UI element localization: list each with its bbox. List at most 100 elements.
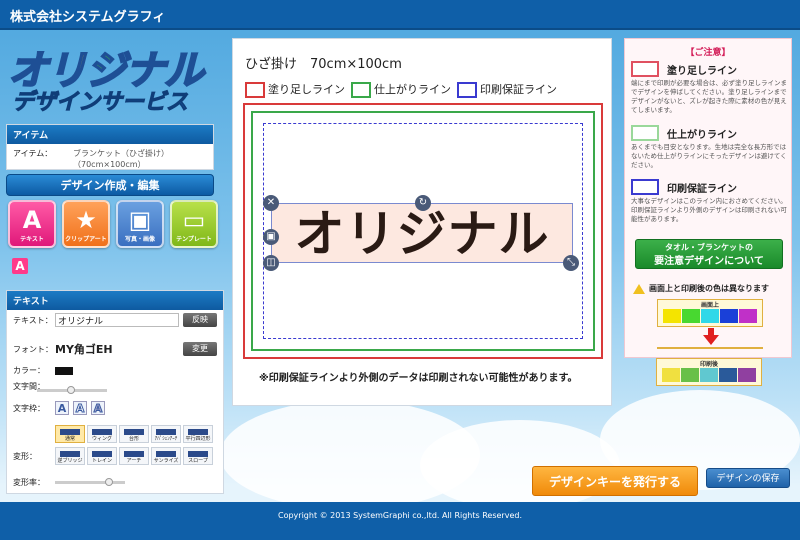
screen-color-sample: 画面上 (657, 299, 763, 327)
warp-option-arch[interactable]: アーチ (119, 447, 149, 465)
warp-option-sunrise[interactable]: サンライズ (151, 447, 181, 465)
legend-bleed: 塗り足しライン (245, 81, 345, 98)
photo-tool-label: 写真・画像 (124, 236, 155, 243)
copyright-text: Copyright © 2013 SystemGraphi co.,ltd. A… (278, 511, 522, 520)
text-input-label: テキスト： (13, 315, 53, 325)
issue-design-key-button[interactable]: デザインキーを発行する (532, 466, 698, 496)
warp-option-upper-arch[interactable]: ｱﾊﾟｼｪﾝｱｰﾁ (151, 425, 181, 443)
screen-color-swatch (663, 309, 681, 323)
item-value-name: ブランケット（ひざ掛け） (73, 149, 169, 158)
notice-title: 【ご注意】 (685, 48, 731, 58)
print-color-swatch (738, 368, 756, 382)
caution-button-line1: タオル・ブランケットの (665, 243, 753, 252)
canvas-text-object[interactable]: オリジナル (271, 203, 573, 263)
resize-handle-icon[interactable]: ⤡ (563, 255, 579, 271)
layer-handle-icon[interactable]: ▣ (263, 229, 279, 245)
text-input[interactable]: オリジナル (55, 313, 179, 327)
save-design-button[interactable]: デザインの保存 (706, 468, 790, 488)
line-legend: 塗り足しライン 仕上がりライン 印刷保証ライン (245, 81, 557, 98)
slider-knob[interactable] (67, 386, 75, 394)
item-info-panel: アイテム アイテム： ブランケット（ひざ掛け） （70cm×100cm） (6, 124, 214, 170)
slider-knob[interactable] (105, 478, 113, 486)
warp-option-label: 通常 (64, 436, 75, 442)
photo-icon: ▣ (128, 206, 152, 234)
warp-option-slope[interactable]: スロープ (183, 447, 213, 465)
notice-bleed-desc: 端にまで印刷が必要な場合は、必ず塗り足しラインまでデザインを伸ばしてください。塗… (631, 79, 787, 114)
text-tool-button[interactable]: A テキスト (8, 200, 56, 248)
outline-thin-option[interactable]: A (73, 401, 87, 416)
arrow-down-icon (703, 335, 719, 345)
text-panel-title: テキスト (7, 291, 223, 310)
legend-safe-label: 印刷保証ライン (480, 83, 557, 96)
caution-button-line2: 要注意デザインについて (654, 256, 764, 267)
folder-icon: ▭ (182, 206, 206, 234)
item-value-size: （70cm×100cm） (73, 160, 146, 169)
outline-label: 文字枠： (13, 403, 45, 413)
print-swatches (657, 368, 761, 382)
warp-option-label: ウィング (91, 436, 112, 442)
warp-option-trapezoid[interactable]: 台形 (119, 425, 149, 443)
font-label: フォント： (13, 344, 53, 354)
template-tool-label: テンプレート (176, 236, 212, 243)
caution-design-button[interactable]: タオル・ブランケットの 要注意デザインについて (635, 239, 783, 269)
warp-rate-label: 変形率： (13, 478, 45, 487)
notice-safe: 印刷保証ライン 大事なデザインはこのライン内におさめてください。印刷保証ラインよ… (631, 179, 789, 224)
screen-color-swatch (720, 309, 738, 323)
top-bar: 株式会社システムグラフィ (0, 0, 800, 30)
template-tool-button[interactable]: ▭ テンプレート (170, 200, 218, 248)
company-name: 株式会社システムグラフィ (10, 10, 166, 25)
notice-bleed-label: 塗り足しライン (667, 65, 737, 77)
warp-option-wing[interactable]: ウィング (87, 425, 117, 443)
legend-safe: 印刷保証ライン (457, 81, 557, 98)
logo-subtitle: デザインサービス (11, 90, 189, 116)
delete-handle-icon[interactable]: ✕ (263, 195, 279, 211)
color-swatch[interactable] (55, 366, 73, 375)
clipart-tool-label: クリップアート (65, 236, 107, 243)
warp-rate-slider[interactable] (55, 478, 125, 486)
screen-color-swatch (682, 309, 700, 323)
warp-options: 通常 ウィング 台形 ｱﾊﾟｼｪﾝｱｰﾁ 平行四辺形 逆ブリッジ トレイン アー… (55, 425, 213, 465)
footer: Copyright © 2013 SystemGraphi co.,ltd. A… (0, 502, 800, 540)
warp-option-label: 台形 (128, 436, 139, 442)
warp-option-label: サンライズ (153, 458, 179, 464)
apply-button[interactable]: 反映 (183, 313, 217, 327)
print-color-swatch (662, 368, 680, 382)
notice-finish-label: 仕上がりライン (667, 129, 737, 141)
text-icon: A (22, 206, 42, 234)
warp-option-label: アーチ (126, 458, 142, 464)
print-warning-note: ※印刷保証ラインより外側のデータは印刷されない可能性があります。 (259, 373, 578, 384)
active-text-icon: A (12, 258, 28, 274)
design-canvas-panel: ひざ掛け 70cm×100cm 塗り足しライン 仕上がりライン 印刷保証ライン … (232, 38, 612, 406)
notice-bleed: 塗り足しライン 端にまで印刷が必要な場合は、必ず塗り足しラインまでデザインを伸ば… (631, 61, 789, 115)
item-label: アイテム： (13, 149, 53, 158)
star-icon: ★ (75, 206, 97, 234)
notice-safe-desc: 大事なデザインはこのライン内におさめてください。印刷保証ラインより外側のデザイン… (631, 197, 787, 223)
warp-option-parallelogram[interactable]: 平行四辺形 (183, 425, 213, 443)
warp-label: 変形： (13, 452, 37, 461)
warp-option-reverse-bridge[interactable]: 逆ブリッジ (55, 447, 85, 465)
print-color-sample-anchor (657, 347, 763, 349)
legend-finish-label: 仕上がりライン (374, 83, 451, 96)
item-value: ブランケット（ひざ掛け） （70cm×100cm） (73, 148, 169, 170)
photo-tool-button[interactable]: ▣ 写真・画像 (116, 200, 164, 248)
print-color-swatch (700, 368, 718, 382)
screen-color-swatch (701, 309, 719, 323)
outline-none-option[interactable]: A (55, 401, 69, 415)
font-value: MY角ゴEH (55, 343, 113, 356)
warp-option-label: スロープ (188, 458, 208, 464)
spacing-slider[interactable] (37, 386, 107, 394)
change-font-button[interactable]: 変更 (183, 342, 217, 356)
print-color-sample: 印刷後 (656, 358, 762, 386)
warp-option-label: 逆ブリッジ (57, 458, 83, 464)
copy-handle-icon[interactable]: ◫ (263, 255, 279, 271)
rotate-handle-icon[interactable]: ↻ (415, 195, 431, 211)
service-logo[interactable]: オリジナル デザインサービス (6, 38, 224, 118)
warp-option-train[interactable]: トレイン (87, 447, 117, 465)
legend-finish: 仕上がりライン (351, 81, 451, 98)
warp-option-normal[interactable]: 通常 (55, 425, 85, 443)
item-panel-title: アイテム (7, 125, 213, 144)
design-edit-button[interactable]: デザイン作成・編集 (6, 174, 214, 196)
color-diff-text: 画面上と印刷後の色は異なります (649, 284, 769, 293)
clipart-tool-button[interactable]: ★ クリップアート (62, 200, 110, 248)
outline-thick-option[interactable]: A (91, 401, 105, 416)
